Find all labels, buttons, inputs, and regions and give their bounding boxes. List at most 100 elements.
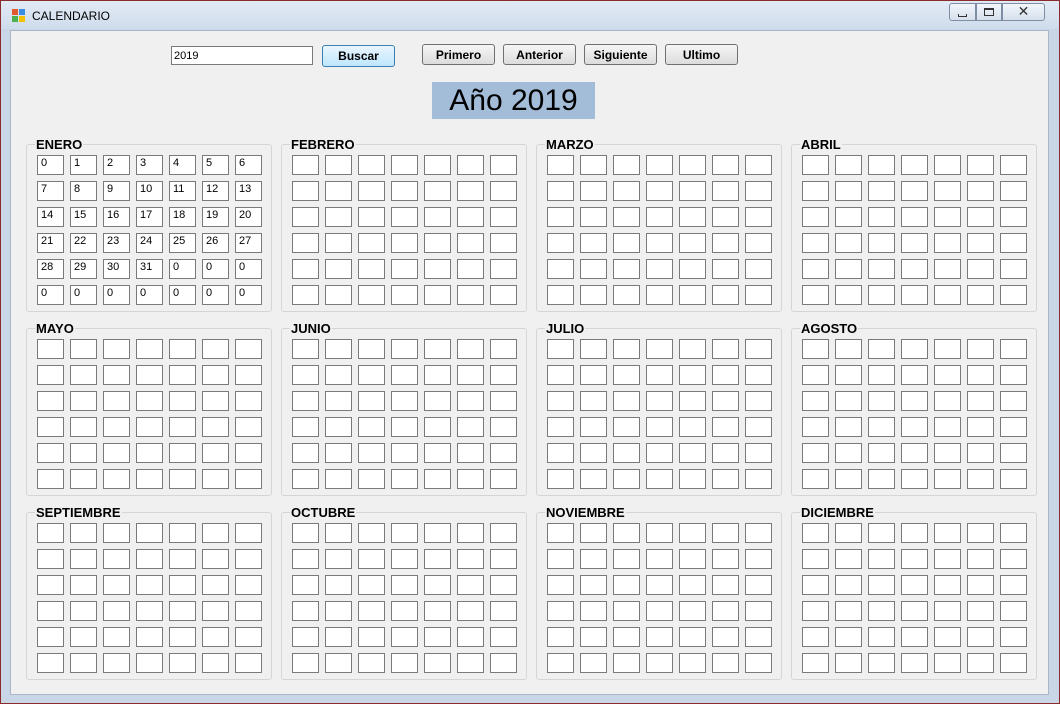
day-cell[interactable] [202, 523, 229, 543]
day-cell[interactable] [103, 549, 130, 569]
day-cell[interactable] [745, 285, 772, 305]
day-cell[interactable] [835, 339, 862, 359]
day-cell[interactable] [103, 443, 130, 463]
day-cell[interactable] [70, 469, 97, 489]
day-cell[interactable]: 2 [103, 155, 130, 175]
day-cell[interactable] [613, 443, 640, 463]
day-cell[interactable]: 24 [136, 233, 163, 253]
year-input[interactable] [171, 46, 313, 65]
day-cell[interactable] [391, 233, 418, 253]
day-cell[interactable] [292, 523, 319, 543]
day-cell[interactable] [580, 627, 607, 647]
day-cell[interactable] [391, 259, 418, 279]
day-cell[interactable] [202, 601, 229, 621]
day-cell[interactable] [580, 339, 607, 359]
day-cell[interactable]: 13 [235, 181, 262, 201]
day-cell[interactable] [490, 443, 517, 463]
day-cell[interactable] [391, 653, 418, 673]
day-cell[interactable] [490, 259, 517, 279]
day-cell[interactable] [169, 391, 196, 411]
day-cell[interactable] [103, 417, 130, 437]
day-cell[interactable] [580, 259, 607, 279]
day-cell[interactable]: 5 [202, 155, 229, 175]
day-cell[interactable] [613, 653, 640, 673]
day-cell[interactable] [745, 443, 772, 463]
day-cell[interactable] [169, 443, 196, 463]
day-cell[interactable] [712, 443, 739, 463]
day-cell[interactable] [391, 207, 418, 227]
day-cell[interactable] [967, 523, 994, 543]
day-cell[interactable]: 22 [70, 233, 97, 253]
day-cell[interactable] [292, 653, 319, 673]
day-cell[interactable] [934, 549, 961, 569]
day-cell[interactable]: 18 [169, 207, 196, 227]
day-cell[interactable] [967, 233, 994, 253]
day-cell[interactable] [802, 181, 829, 201]
day-cell[interactable]: 0 [202, 259, 229, 279]
day-cell[interactable]: 10 [136, 181, 163, 201]
day-cell[interactable] [613, 339, 640, 359]
day-cell[interactable] [868, 653, 895, 673]
day-cell[interactable] [868, 443, 895, 463]
day-cell[interactable] [613, 181, 640, 201]
day-cell[interactable] [901, 391, 928, 411]
day-cell[interactable] [235, 549, 262, 569]
day-cell[interactable] [934, 181, 961, 201]
day-cell[interactable] [37, 523, 64, 543]
day-cell[interactable]: 21 [37, 233, 64, 253]
day-cell[interactable] [292, 259, 319, 279]
day-cell[interactable] [358, 627, 385, 647]
day-cell[interactable] [580, 443, 607, 463]
day-cell[interactable] [868, 549, 895, 569]
day-cell[interactable] [868, 391, 895, 411]
day-cell[interactable] [103, 575, 130, 595]
day-cell[interactable] [868, 601, 895, 621]
day-cell[interactable] [613, 155, 640, 175]
day-cell[interactable] [169, 653, 196, 673]
day-cell[interactable] [901, 627, 928, 647]
day-cell[interactable] [424, 391, 451, 411]
day-cell[interactable] [37, 339, 64, 359]
day-cell[interactable] [802, 601, 829, 621]
day-cell[interactable] [37, 417, 64, 437]
day-cell[interactable] [325, 523, 352, 543]
day-cell[interactable] [292, 207, 319, 227]
day-cell[interactable] [580, 391, 607, 411]
day-cell[interactable] [235, 523, 262, 543]
day-cell[interactable] [646, 575, 673, 595]
day-cell[interactable] [580, 285, 607, 305]
day-cell[interactable] [358, 391, 385, 411]
day-cell[interactable] [391, 443, 418, 463]
day-cell[interactable] [547, 155, 574, 175]
day-cell[interactable] [580, 207, 607, 227]
anterior-button[interactable]: Anterior [503, 44, 576, 65]
day-cell[interactable] [235, 339, 262, 359]
day-cell[interactable] [136, 391, 163, 411]
day-cell[interactable] [934, 233, 961, 253]
day-cell[interactable] [457, 575, 484, 595]
day-cell[interactable] [457, 549, 484, 569]
day-cell[interactable] [424, 417, 451, 437]
day-cell[interactable] [169, 575, 196, 595]
day-cell[interactable] [679, 365, 706, 385]
day-cell[interactable] [202, 575, 229, 595]
day-cell[interactable] [202, 653, 229, 673]
day-cell[interactable] [967, 417, 994, 437]
day-cell[interactable] [967, 285, 994, 305]
day-cell[interactable] [325, 391, 352, 411]
day-cell[interactable] [547, 207, 574, 227]
day-cell[interactable] [580, 601, 607, 621]
day-cell[interactable] [712, 285, 739, 305]
day-cell[interactable] [712, 207, 739, 227]
day-cell[interactable] [901, 207, 928, 227]
day-cell[interactable] [358, 523, 385, 543]
day-cell[interactable] [679, 443, 706, 463]
day-cell[interactable] [835, 391, 862, 411]
day-cell[interactable] [169, 469, 196, 489]
day-cell[interactable]: 25 [169, 233, 196, 253]
day-cell[interactable] [1000, 207, 1027, 227]
day-cell[interactable] [934, 601, 961, 621]
day-cell[interactable] [712, 469, 739, 489]
day-cell[interactable] [613, 601, 640, 621]
day-cell[interactable] [490, 365, 517, 385]
